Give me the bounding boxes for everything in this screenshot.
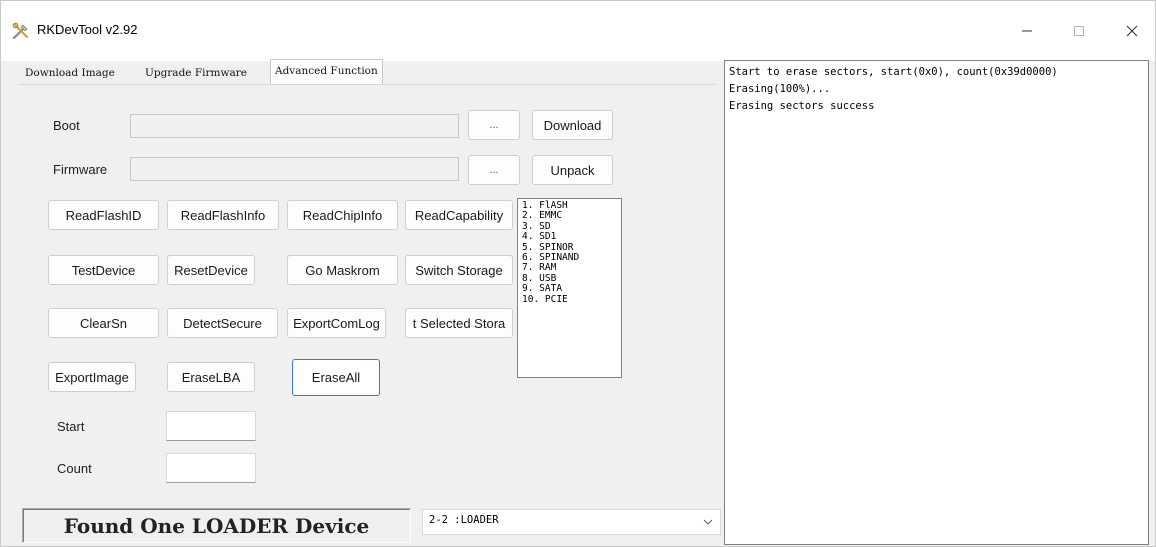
title-bar[interactable]: RKDevTool v2.92 — [1, 1, 1155, 61]
close-icon — [1126, 25, 1138, 37]
test-device-button[interactable]: TestDevice — [48, 255, 159, 285]
count-label: Count — [57, 461, 92, 476]
storage-option[interactable]: 10. PCIE — [522, 294, 617, 305]
erase-lba-button[interactable]: EraseLBA — [167, 362, 255, 392]
device-select[interactable]: 2-2 :LOADER — [422, 509, 721, 535]
tab-download-image[interactable]: Download Image — [20, 61, 120, 84]
read-chip-info-button[interactable]: ReadChipInfo — [287, 200, 398, 230]
firmware-label: Firmware — [53, 162, 108, 177]
app-window: RKDevTool v2.92 Download Image Upgrade F… — [0, 0, 1156, 547]
set-selected-storage-button[interactable]: t Selected Stora — [405, 308, 513, 338]
tab-advanced-function[interactable]: Advanced Function — [270, 59, 383, 84]
count-input[interactable] — [166, 453, 256, 483]
maximize-button[interactable] — [1056, 15, 1102, 47]
maximize-icon — [1074, 26, 1084, 36]
close-button[interactable] — [1109, 15, 1155, 47]
log-line: Erasing sectors success — [729, 100, 875, 112]
unpack-button[interactable]: Unpack — [532, 155, 613, 185]
chevron-down-icon[interactable] — [702, 516, 714, 528]
switch-storage-button[interactable]: Switch Storage — [405, 255, 513, 285]
reset-device-button[interactable]: ResetDevice — [167, 255, 255, 285]
device-select-value: 2-2 :LOADER — [429, 514, 499, 526]
tab-upgrade-firmware[interactable]: Upgrade Firmware — [140, 61, 252, 84]
clear-sn-button[interactable]: ClearSn — [48, 308, 159, 338]
download-button[interactable]: Download — [532, 110, 613, 140]
firmware-path-field[interactable] — [130, 157, 459, 181]
tools-icon — [11, 21, 31, 41]
log-line: Start to erase sectors, start(0x0), coun… — [729, 66, 1058, 78]
storage-list[interactable]: 1. FlASH 2. EMMC 3. SD 4. SD1 5. SPINOR 6. SP… — [517, 198, 622, 378]
detect-secure-button[interactable]: DetectSecure — [167, 308, 278, 338]
log-output[interactable]: Start to erase sectors, start(0x0), coun… — [724, 60, 1149, 545]
minimize-button[interactable] — [1004, 15, 1050, 47]
export-com-log-button[interactable]: ExportComLog — [287, 308, 386, 338]
start-label: Start — [57, 419, 85, 434]
boot-browse-button[interactable]: ... — [468, 110, 520, 140]
read-flash-id-button[interactable]: ReadFlashID — [48, 200, 159, 230]
boot-label: Boot — [53, 118, 80, 133]
boot-path-field[interactable] — [130, 114, 459, 138]
read-capability-button[interactable]: ReadCapability — [405, 200, 513, 230]
window-title: RKDevTool v2.92 — [37, 22, 138, 37]
start-input[interactable] — [166, 411, 256, 441]
read-flash-info-button[interactable]: ReadFlashInfo — [167, 200, 279, 230]
firmware-browse-button[interactable]: ... — [468, 155, 520, 185]
minimize-icon — [1022, 30, 1032, 32]
erase-all-button[interactable]: EraseAll — [292, 359, 380, 396]
go-maskrom-button[interactable]: Go Maskrom — [287, 255, 398, 285]
log-line: Erasing(100%)... — [729, 83, 831, 95]
status-message: Found One LOADER Device — [22, 508, 411, 543]
export-image-button[interactable]: ExportImage — [48, 362, 136, 392]
